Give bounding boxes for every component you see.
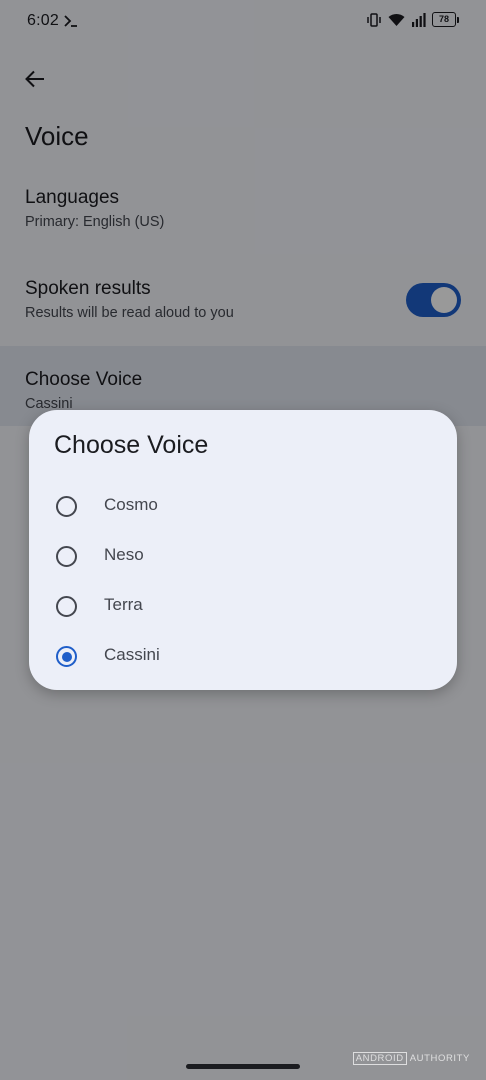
voice-option-label: Cassini [104, 645, 160, 664]
choose-voice-dialog: Choose Voice Cosmo Neso Terra Cassini [29, 410, 457, 690]
voice-option-neso[interactable]: Neso [29, 531, 457, 581]
watermark: ANDROID AUTHORITY [352, 1052, 470, 1065]
radio-button[interactable] [56, 596, 77, 617]
voice-option-cosmo[interactable]: Cosmo [29, 481, 457, 531]
watermark-brand-boxed: ANDROID [352, 1052, 407, 1065]
radio-button[interactable] [56, 546, 77, 567]
watermark-brand-rest: AUTHORITY [409, 1053, 470, 1064]
voice-option-label: Terra [104, 595, 143, 614]
voice-option-label: Neso [104, 545, 144, 564]
radio-dot [61, 651, 72, 662]
radio-button-selected[interactable] [56, 646, 77, 667]
voice-option-label: Cosmo [104, 495, 158, 514]
voice-option-terra[interactable]: Terra [29, 581, 457, 631]
dialog-title: Choose Voice [54, 431, 209, 459]
voice-option-cassini[interactable]: Cassini [29, 631, 457, 681]
radio-button[interactable] [56, 496, 77, 517]
gesture-nav-handle[interactable] [186, 1064, 300, 1069]
